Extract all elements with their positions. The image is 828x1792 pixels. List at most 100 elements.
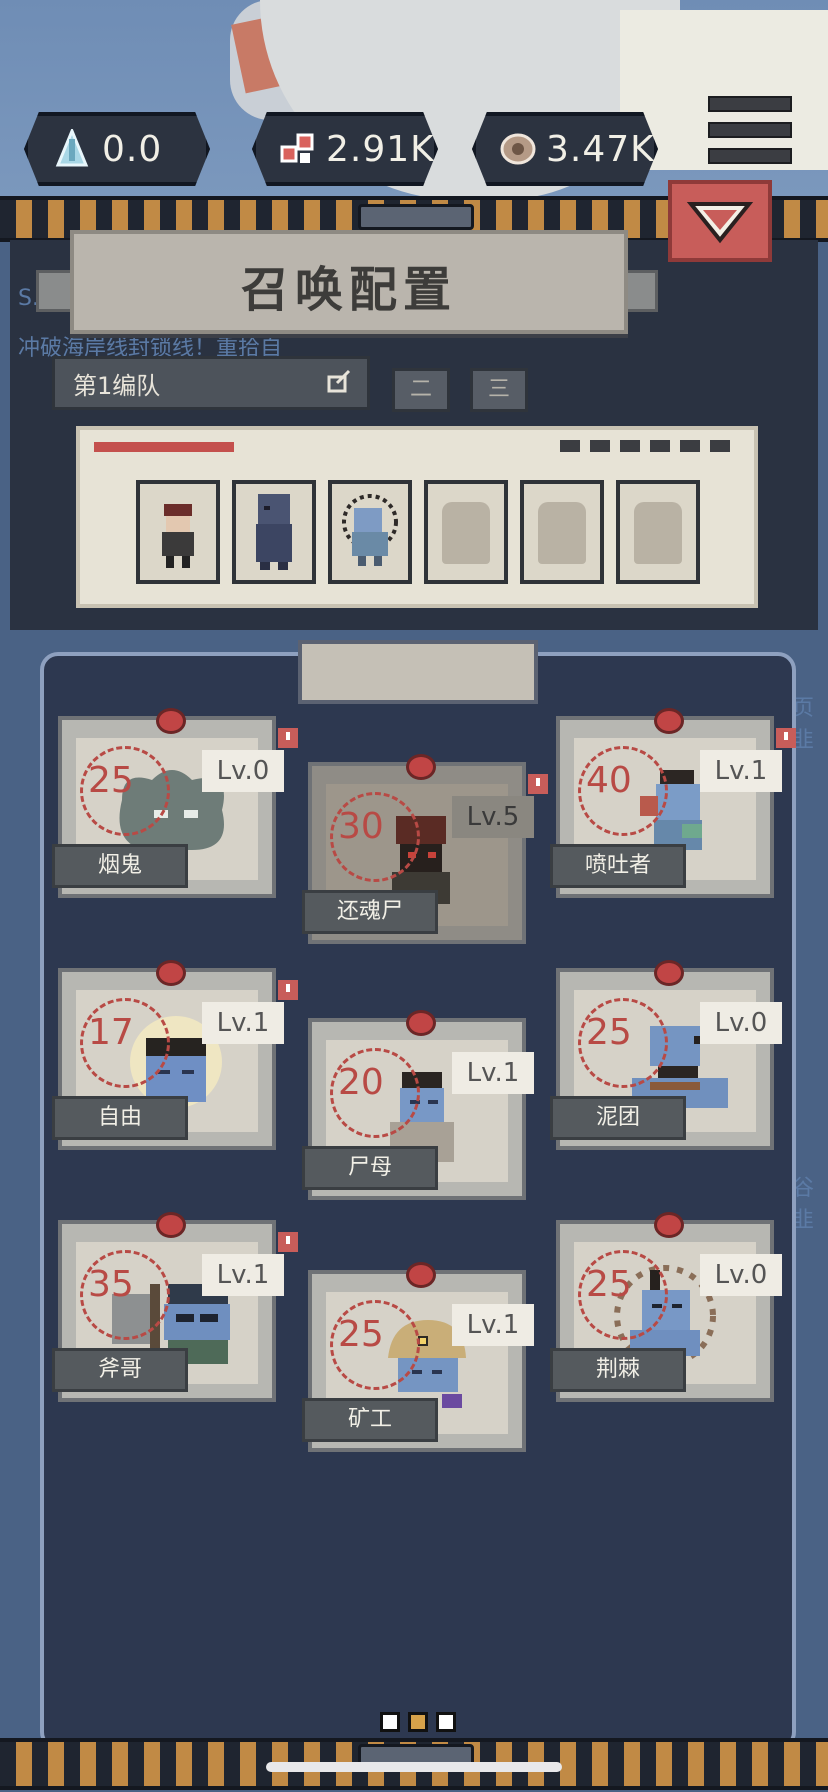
card-collection-tab [298,640,538,704]
roster-red-stripe [94,442,234,452]
menu-button[interactable] [708,96,792,164]
roster-slot-5[interactable] [520,480,604,584]
roster-slot-1[interactable] [136,480,220,584]
card-cost: 25 [338,1314,384,1355]
unit-card[interactable]: 30 Lv.5 还魂尸 [302,754,548,944]
roster-marker [560,440,580,452]
unit-card[interactable]: 25 Lv.0 荆棘 [550,1212,782,1402]
menu-bar-icon [708,122,792,138]
card-name: 荆棘 [550,1348,686,1392]
card-name: 斧哥 [52,1348,188,1392]
collapse-button[interactable] [668,180,772,262]
card-cost: 40 [586,760,632,801]
card-level: Lv.1 [452,1304,534,1346]
card-level: Lv.0 [700,1254,782,1296]
alert-icon [278,1232,298,1252]
chevron-down-icon [686,202,754,244]
card-cost: 20 [338,1062,384,1103]
page-dot-3[interactable] [436,1712,456,1732]
card-cost: 30 [338,806,384,847]
smoker-sprite-icon [162,504,194,568]
card-level: Lv.1 [202,1254,284,1296]
unit-card[interactable]: 17 Lv.1 自由 [52,960,298,1150]
card-level: Lv.0 [700,1002,782,1044]
pin-icon [406,1010,436,1036]
roster-slot-6[interactable] [616,480,700,584]
unit-card[interactable]: 25 Lv.0 泥团 [550,960,782,1150]
card-cost: 25 [586,1264,632,1305]
scroll-icon [498,127,538,171]
alert-icon [278,728,298,748]
empty-slot-silhouette [538,502,586,564]
roster-board [76,426,758,608]
roster-marker [620,440,640,452]
resource-meat[interactable]: 2.91K [252,112,438,186]
menu-bar-icon [708,148,792,164]
background-text: 页韭 [792,696,815,753]
squad-tab-3[interactable]: 三 [470,368,528,412]
page-indicator [380,1712,456,1732]
home-indicator[interactable] [266,1762,562,1772]
empty-slot-silhouette [442,502,490,564]
resource-crystal-value: 0.0 [102,128,163,170]
card-level: Lv.1 [202,1002,284,1044]
card-name: 自由 [52,1096,188,1140]
pin-icon [654,1212,684,1238]
card-level: Lv.1 [700,750,782,792]
card-level: Lv.1 [452,1052,534,1094]
card-name: 喷吐者 [550,844,686,888]
crystal-icon [50,127,94,171]
resource-meat-value: 2.91K [326,128,435,170]
alert-icon [776,728,796,748]
squad-selector[interactable]: 第1编队 [52,356,370,410]
pin-icon [406,754,436,780]
card-name: 泥团 [550,1096,686,1140]
roster-slot-2[interactable] [232,480,316,584]
roster-marker [710,440,730,452]
page-dot-1[interactable] [380,1712,400,1732]
card-name: 尸母 [302,1146,438,1190]
squad-selector-label: 第1编队 [73,371,161,400]
pin-icon [156,708,186,734]
roster-marker [590,440,610,452]
pin-icon [654,708,684,734]
page-dot-2[interactable] [408,1712,428,1732]
card-name: 烟鬼 [52,844,188,888]
roster-slot-3[interactable] [328,480,412,584]
resource-scroll-value: 3.47K [546,128,655,170]
pin-icon [156,1212,186,1238]
card-cost: 25 [586,1012,632,1053]
thorn-sprite-icon [342,494,398,566]
card-name: 矿工 [302,1398,438,1442]
roster-marker [650,440,670,452]
page-title: 召唤配置 [240,262,457,318]
empty-slot-silhouette [634,502,682,564]
unit-card[interactable]: 40 Lv.1 喷吐者 [550,708,796,898]
unit-card[interactable]: 25 Lv.0 烟鬼 [52,708,298,898]
roster-slot-4[interactable] [424,480,508,584]
squad-tab-2[interactable]: 二 [392,368,450,412]
alert-icon [528,774,548,794]
alert-icon [278,980,298,1000]
drag-handle-top[interactable] [358,204,474,230]
unit-card[interactable]: 35 Lv.1 斧哥 [52,1212,298,1402]
card-level: Lv.0 [202,750,284,792]
card-name: 还魂尸 [302,890,438,934]
pin-icon [406,1262,436,1288]
menu-bar-icon [708,96,792,112]
pin-icon [654,960,684,986]
resource-crystal[interactable]: 0.0 [24,112,210,186]
card-cost: 17 [88,1012,134,1053]
edit-icon [327,369,351,393]
card-level: Lv.5 [452,796,534,838]
unit-card[interactable]: 25 Lv.1 矿工 [302,1262,534,1452]
resource-scroll[interactable]: 3.47K [472,112,658,186]
unit-card[interactable]: 20 Lv.1 尸母 [302,1010,534,1200]
roster-marker [680,440,700,452]
card-cost: 35 [88,1264,134,1305]
title-plate: 召唤配置 [70,230,628,334]
meat-icon [278,127,318,171]
background-text: 谷韭 [792,1176,815,1233]
card-cost: 25 [88,760,134,801]
pin-icon [156,960,186,986]
